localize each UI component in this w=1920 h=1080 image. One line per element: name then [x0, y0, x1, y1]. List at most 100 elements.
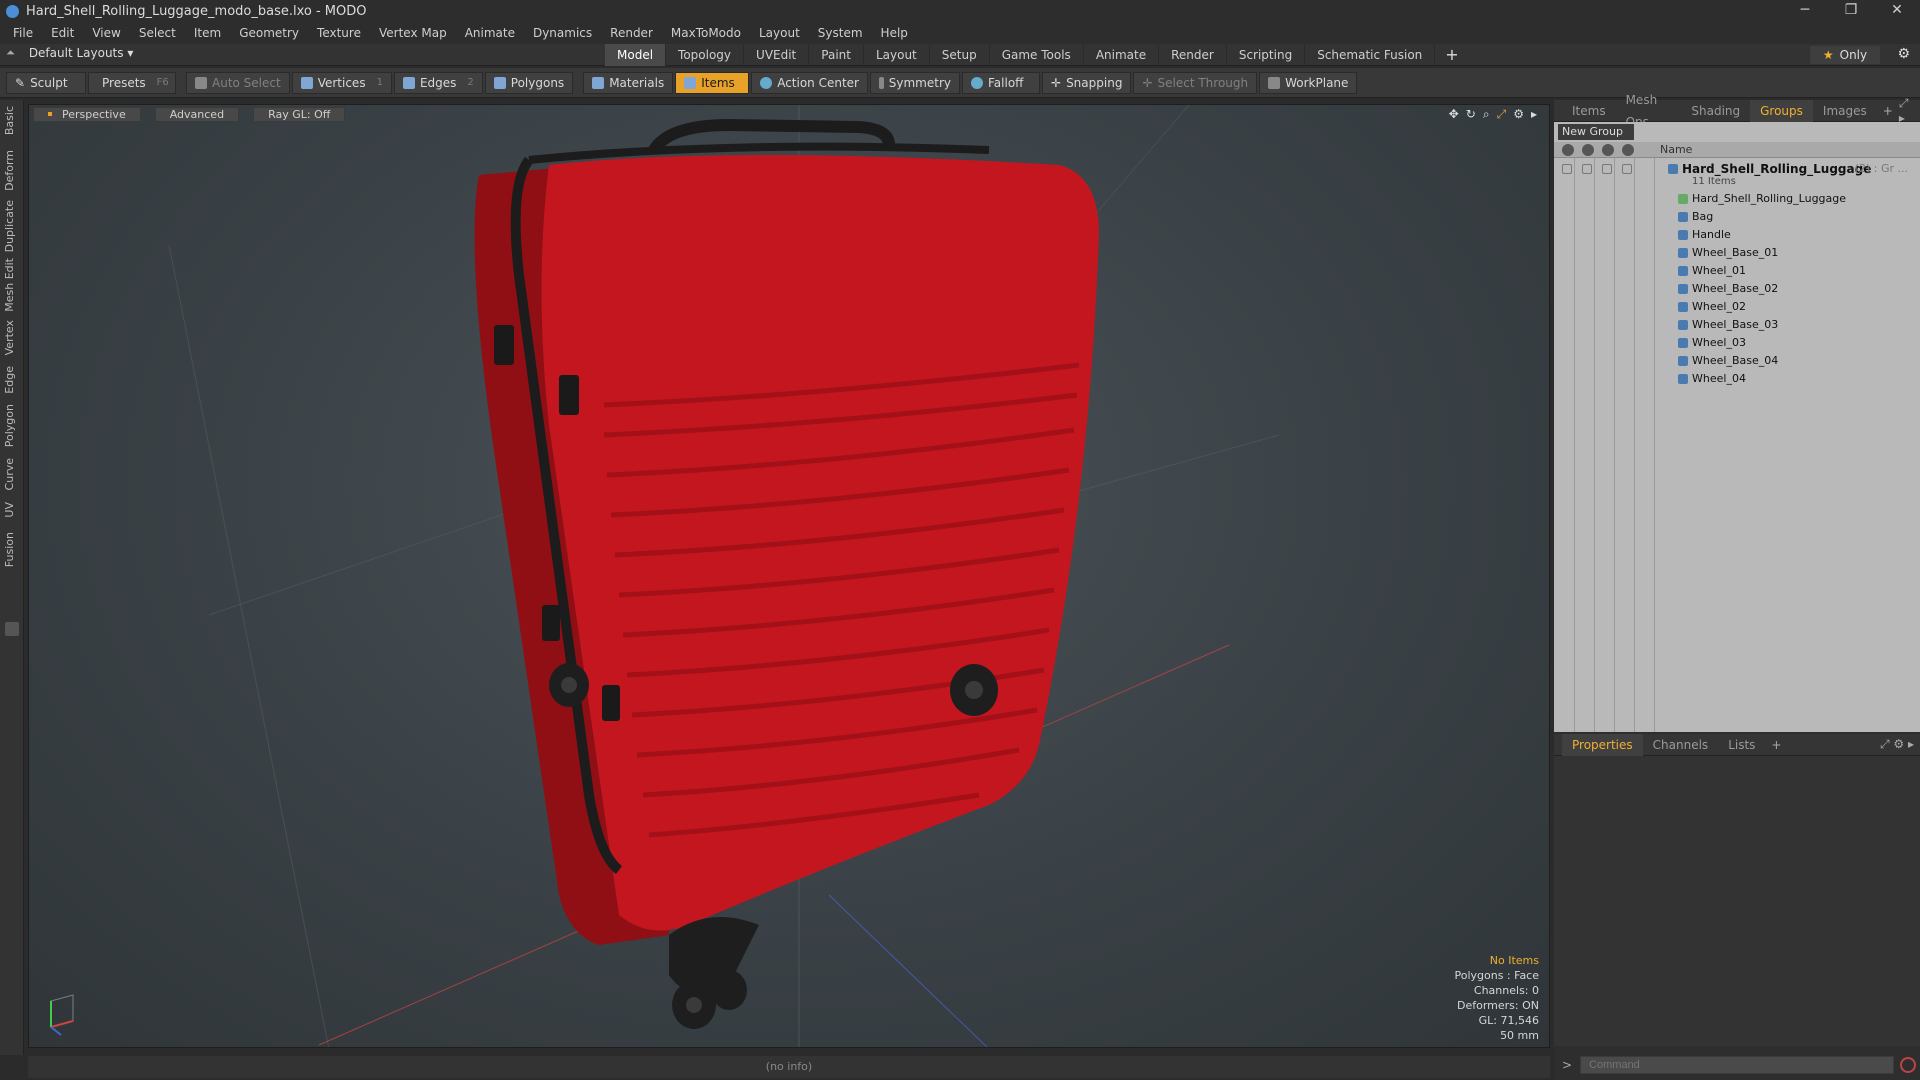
close-icon[interactable]: ✕ [1874, 0, 1920, 22]
visibility-icon[interactable] [1562, 144, 1574, 156]
menu-texture[interactable]: Texture [308, 26, 370, 40]
tab-render[interactable]: Render [1159, 44, 1227, 66]
symmetry-button[interactable]: Symmetry [870, 71, 960, 94]
auto-select-button[interactable]: Auto Select [186, 71, 290, 94]
list-item[interactable]: Wheel_01 [1554, 262, 1920, 280]
tab-shading[interactable]: Shading [1681, 100, 1750, 122]
tab-model[interactable]: Model [605, 44, 667, 66]
add-panel-tab-icon[interactable]: + [1877, 104, 1899, 118]
tab-schematic-fusion[interactable]: Schematic Fusion [1305, 44, 1436, 66]
zoom-icon[interactable]: ⌕ [1483, 107, 1490, 122]
list-item[interactable]: Bag [1554, 208, 1920, 226]
layout-up-icon[interactable]: ⏶ [6, 46, 15, 60]
list-item[interactable]: Hard_Shell_Rolling_Luggage [1554, 190, 1920, 208]
render-icon[interactable] [1582, 144, 1594, 156]
pan-icon[interactable]: ✥ [1449, 107, 1459, 122]
tool-tab-fusion[interactable]: Fusion [3, 532, 16, 567]
tool-tab-curve[interactable]: Curve [3, 458, 16, 490]
command-history-icon[interactable] [1900, 1057, 1917, 1073]
tab-setup[interactable]: Setup [930, 44, 990, 66]
viewport-menu-icon[interactable]: ▸ [1531, 107, 1537, 122]
tab-items[interactable]: Items [1562, 100, 1616, 122]
tab-game-tools[interactable]: Game Tools [990, 44, 1084, 66]
minimize-icon[interactable]: ─ [1782, 0, 1828, 22]
list-item[interactable]: Wheel_Base_01 [1554, 244, 1920, 262]
menu-select[interactable]: Select [130, 26, 185, 40]
add-tab-icon[interactable]: + [1435, 44, 1468, 66]
materials-button[interactable]: Materials [583, 71, 674, 94]
tab-layout[interactable]: Layout [864, 44, 930, 66]
list-item[interactable]: Handle [1554, 226, 1920, 244]
menu-help[interactable]: Help [872, 26, 917, 40]
rotate-icon[interactable]: ↻ [1466, 107, 1476, 122]
3d-viewport[interactable]: Perspective Advanced Ray GL: Off ✥ ↻ ⌕ ⤢… [28, 104, 1550, 1048]
action-center-button[interactable]: Action Center [751, 71, 868, 94]
tab-uvedit[interactable]: UVEdit [744, 44, 810, 66]
menu-render[interactable]: Render [601, 26, 662, 40]
group-row[interactable]: Hard_Shell_Rolling_Luggage (2) : Gr ... … [1554, 160, 1920, 190]
list-item[interactable]: Wheel_Base_04 [1554, 352, 1920, 370]
maximize-icon[interactable]: ⤢ [1497, 107, 1507, 122]
restore-icon[interactable]: ❐ [1828, 0, 1874, 22]
tool-tab-duplicate[interactable]: Duplicate [3, 200, 16, 252]
tool-tab-vertex[interactable]: Vertex [3, 320, 16, 355]
tool-tab-mesh-edit[interactable]: Mesh Edit [3, 258, 16, 312]
tab-paint[interactable]: Paint [809, 44, 864, 66]
falloff-button[interactable]: Falloff [962, 71, 1040, 94]
tab-groups[interactable]: Groups [1750, 99, 1813, 122]
menu-item[interactable]: Item [185, 26, 230, 40]
polygons-button[interactable]: Polygons [484, 71, 574, 94]
view-perspective-button[interactable]: Perspective [33, 106, 141, 122]
select-icon[interactable] [1622, 144, 1634, 156]
vertices-button[interactable]: Vertices 1 [291, 71, 392, 94]
list-item[interactable]: Wheel_Base_02 [1554, 280, 1920, 298]
panel-toggle-icon[interactable] [5, 622, 19, 636]
snapping-button[interactable]: ✛ Snapping [1042, 71, 1132, 94]
group-select-toggle[interactable] [1622, 164, 1632, 174]
tab-lists[interactable]: Lists [1718, 734, 1765, 756]
menu-dynamics[interactable]: Dynamics [524, 26, 601, 40]
menu-system[interactable]: System [809, 26, 872, 40]
tab-topology[interactable]: Topology [666, 44, 745, 66]
tab-images[interactable]: Images [1813, 100, 1877, 122]
sculpt-button[interactable]: ✎ Sculpt [6, 71, 86, 94]
command-input[interactable] [1580, 1056, 1895, 1074]
menu-vertex-map[interactable]: Vertex Map [370, 26, 456, 40]
layout-dropdown[interactable]: Default Layouts ▾ [29, 46, 134, 60]
panel-expand-icon[interactable]: ⤢ ▸ [1899, 96, 1920, 125]
menu-maxtomodo[interactable]: MaxToModo [662, 26, 750, 40]
list-item[interactable]: Wheel_03 [1554, 334, 1920, 352]
tool-tab-polygon[interactable]: Polygon [3, 404, 16, 447]
new-group-button[interactable]: New Group [1558, 124, 1634, 140]
list-item[interactable]: Wheel_Base_03 [1554, 316, 1920, 334]
menu-geometry[interactable]: Geometry [230, 26, 308, 40]
presets-button[interactable]: Presets F6 [88, 71, 176, 94]
tool-tab-basic[interactable]: Basic [3, 106, 16, 135]
menu-animate[interactable]: Animate [456, 26, 524, 40]
menu-edit[interactable]: Edit [42, 26, 83, 40]
menu-layout[interactable]: Layout [750, 26, 809, 40]
edges-button[interactable]: Edges 2 [393, 71, 483, 94]
tab-scripting[interactable]: Scripting [1227, 44, 1306, 66]
raygl-button[interactable]: Ray GL: Off [253, 106, 346, 122]
items-button[interactable]: Items [675, 71, 750, 94]
properties-expand-icon[interactable]: ⤢ ⚙ ▸ [1880, 737, 1920, 752]
tool-tab-edge[interactable]: Edge [3, 366, 16, 394]
tab-channels[interactable]: Channels [1643, 734, 1719, 756]
select-through-button[interactable]: ✛ Select Through [1133, 71, 1258, 94]
menu-file[interactable]: File [4, 26, 42, 40]
tool-tab-deform[interactable]: Deform [3, 150, 16, 191]
view-mode-button[interactable]: Advanced [154, 106, 240, 122]
only-button[interactable]: ★ Only [1810, 46, 1880, 64]
group-lock-toggle[interactable] [1602, 164, 1612, 174]
list-item[interactable]: Wheel_04 [1554, 370, 1920, 388]
tab-properties[interactable]: Properties [1562, 733, 1643, 756]
list-item[interactable]: Wheel_02 [1554, 298, 1920, 316]
group-visibility-toggle[interactable] [1562, 164, 1572, 174]
tab-animate[interactable]: Animate [1084, 44, 1160, 66]
group-render-toggle[interactable] [1582, 164, 1592, 174]
gear-icon[interactable]: ⚙ [1897, 46, 1910, 62]
lock-icon[interactable] [1602, 144, 1614, 156]
viewport-settings-icon[interactable]: ⚙ [1513, 107, 1524, 122]
tool-tab-uv[interactable]: UV [3, 502, 16, 518]
